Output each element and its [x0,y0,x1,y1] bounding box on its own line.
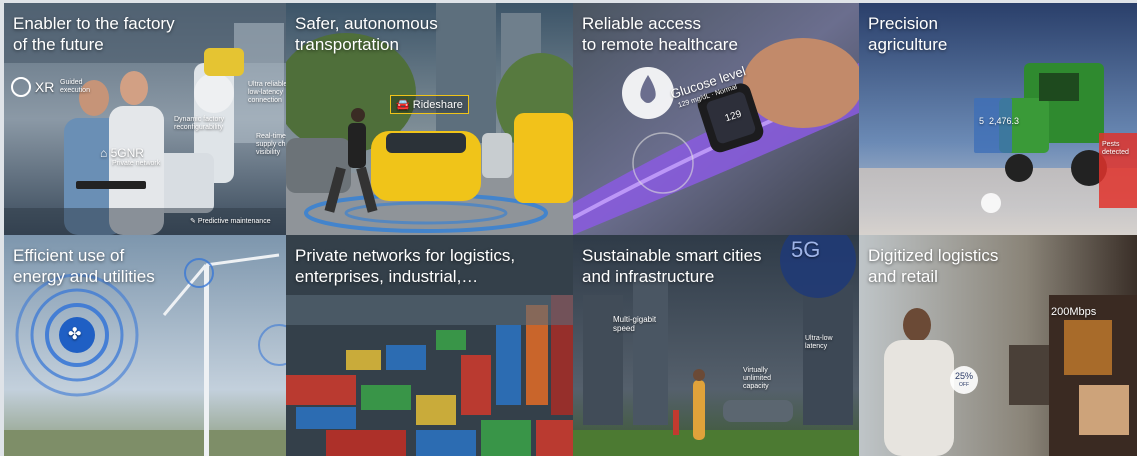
tile-agriculture[interactable]: Precision agriculture 5 2,476.3 Pests det… [859,3,1137,235]
use-case-grid: Enabler to the factory of the future XR G… [4,3,1137,456]
virtually-unlimited-label: Virtually unlimited capacity [743,367,772,390]
antenna-icon: ⌂ [100,146,108,160]
multigig-label: Multi-gigabit speed [613,315,657,333]
rideshare-badge: 🚘 Rideshare [390,95,469,114]
tile-title: Enabler to the factory of the future [13,14,175,54]
fivegnr-badge: ⌂ 5GNR [100,146,144,160]
discount-off-label: OFF [959,382,969,388]
ultra-reliable-label: Ultra reliable low-latency connection [248,81,286,104]
realtime-supply-label: Real-time supply ch visibility [256,133,286,156]
dynamic-factory-label: Dynamic factory reconfigurability [174,116,225,131]
network-node-icon: ✤ [68,326,82,343]
tile-energy[interactable]: Efficient use of energy and utilities ✤ [4,235,286,456]
wrench-icon: ✎ [190,218,196,225]
stat-number: 5 [979,116,985,126]
tile-title: Precision agriculture [868,14,948,54]
tile-title: Efficient use of energy and utilities [13,246,155,286]
guided-execution-label: Guided execution [60,79,90,94]
speed-readout: 200Mbps [1051,306,1097,318]
xr-icon [11,77,31,97]
tile-smart-cities[interactable]: Sustainable smart cities and infrastructu… [573,235,859,456]
tile-title: Reliable access to remote healthcare [582,14,738,54]
tile-private-networks[interactable]: Private networks for logistics, enterpris… [286,235,573,456]
discount-value: 25% [955,371,974,381]
tile-healthcare[interactable]: Reliable access to remote healthcare Gluc… [573,3,859,235]
tile-title: Safer, autonomous transportation [295,14,438,54]
fiveg-badge: 5G [791,237,821,262]
tile-title: Private networks for logistics, enterpris… [295,246,516,286]
predictive-maintenance: ✎ Predictive maintenance [190,218,271,225]
xr-badge: XR [11,77,54,97]
pests-detected: Pests detected [1102,141,1129,156]
tile-title: Digitized logistics and retail [868,246,999,286]
tile-factory[interactable]: Enabler to the factory of the future XR G… [4,3,286,235]
tile-retail[interactable]: Digitized logistics and retail 200Mbps 25… [859,235,1137,456]
ultralow-label: Ultra-low latency [805,335,833,350]
car-icon: 🚘 [396,99,410,111]
tile-transportation[interactable]: Safer, autonomous transportation 🚘 Ridesh… [286,3,573,235]
private-network-label: Private network [112,160,161,167]
stat-value: 2,476.3 [989,116,1020,126]
